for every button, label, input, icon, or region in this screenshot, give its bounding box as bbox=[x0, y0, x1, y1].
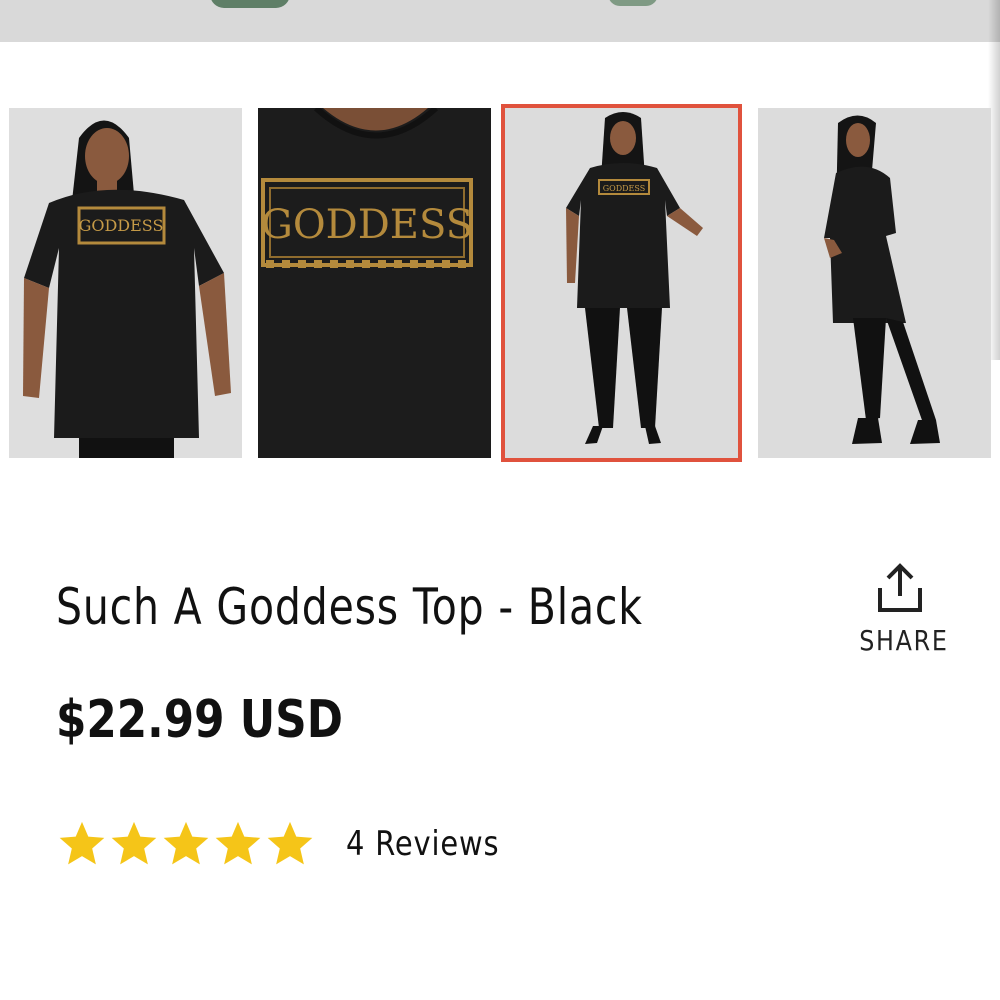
gallery-thumbnail-1[interactable]: GODDESS bbox=[9, 108, 242, 458]
model-front-image: GODDESS bbox=[9, 108, 242, 458]
model-full-body-image: GODDESS bbox=[505, 108, 738, 458]
star-icon bbox=[59, 821, 105, 865]
product-image-gallery: GODDESS GODDESS GODDESS bbox=[0, 0, 1000, 470]
reviews-link[interactable]: 4 Reviews bbox=[346, 824, 499, 864]
product-price: $22.99 USD bbox=[56, 690, 343, 750]
share-upload-icon bbox=[878, 563, 922, 612]
star-icon bbox=[111, 821, 157, 865]
star-icon bbox=[267, 821, 313, 865]
star-icon bbox=[215, 821, 261, 865]
product-rating[interactable]: 4 Reviews bbox=[56, 816, 526, 872]
print-text-graphic: GODDESS bbox=[603, 184, 645, 193]
share-label: SHARE bbox=[859, 624, 949, 657]
product-title: Such A Goddess Top - Black bbox=[56, 578, 643, 636]
share-button[interactable]: SHARE bbox=[852, 562, 948, 657]
print-closeup-image: GODDESS bbox=[258, 108, 491, 458]
gallery-thumbnail-2[interactable]: GODDESS bbox=[258, 108, 491, 458]
gallery-thumbnail-4[interactable] bbox=[758, 108, 991, 458]
print-text-graphic: GODDESS bbox=[79, 216, 164, 235]
print-text-graphic: GODDESS bbox=[261, 202, 473, 248]
star-rating bbox=[56, 818, 316, 870]
gallery-thumbnail-3-selected[interactable]: GODDESS bbox=[501, 104, 742, 462]
star-icon bbox=[163, 821, 209, 865]
model-side-image bbox=[758, 108, 991, 458]
